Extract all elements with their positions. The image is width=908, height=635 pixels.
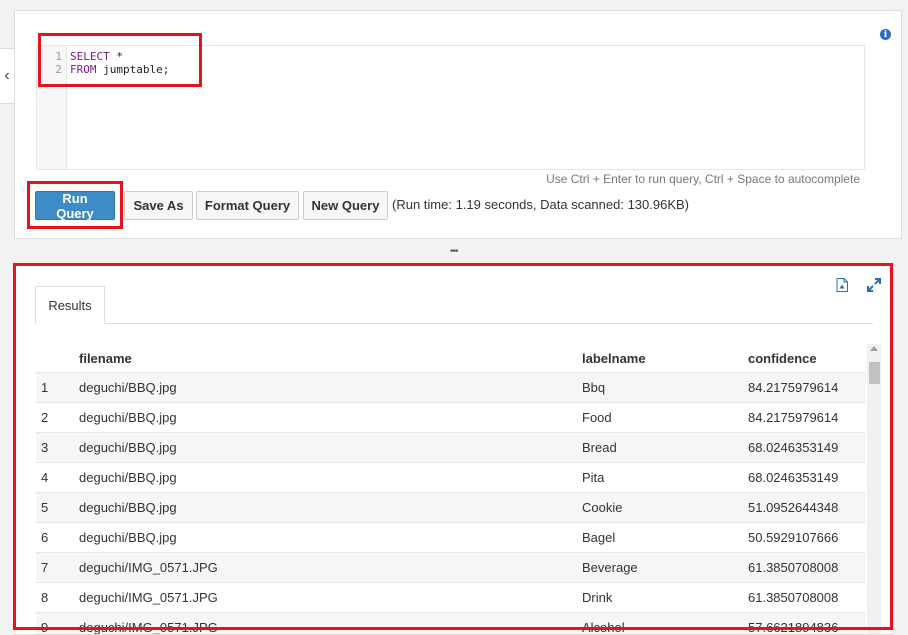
scroll-up-icon[interactable] (870, 346, 878, 351)
scroll-thumb[interactable] (869, 362, 880, 384)
pdf-icon[interactable] (835, 278, 849, 292)
cell-confidence: 68.0246353149 (748, 470, 839, 485)
tab-divider (35, 323, 873, 324)
run-query-button[interactable]: Run Query (35, 191, 115, 221)
table-header: filename labelname confidence (36, 344, 866, 372)
query-editor-panel: i 1 2 SELECT * FROM jumptable; Use Ctrl … (14, 10, 902, 239)
table-row[interactable]: 4 deguchi/BBQ.jpg Pita 68.0246353149 (36, 462, 866, 492)
row-index: 6 (41, 530, 49, 545)
cell-labelname: Food (582, 410, 612, 425)
cell-filename: deguchi/BBQ.jpg (79, 380, 177, 395)
row-index: 1 (41, 380, 49, 395)
table-row[interactable]: 2 deguchi/BBQ.jpg Food 84.2175979614 (36, 402, 866, 432)
results-panel: Results filename labelname confidence 1 d… (14, 263, 894, 635)
cell-confidence: 51.0952644348 (748, 500, 839, 515)
sql-keyword: FROM (70, 63, 97, 76)
chevron-left-icon: ‹ (4, 67, 10, 84)
results-table: filename labelname confidence 1 deguchi/B… (36, 344, 866, 635)
cell-confidence: 61.3850708008 (748, 560, 839, 575)
cell-filename: deguchi/BBQ.jpg (79, 500, 177, 515)
table-row[interactable]: 5 deguchi/BBQ.jpg Cookie 51.0952644348 (36, 492, 866, 522)
cell-confidence: 84.2175979614 (748, 380, 839, 395)
table-row[interactable]: 8 deguchi/IMG_0571.JPG Drink 61.3850708008 (36, 582, 866, 612)
cell-filename: deguchi/IMG_0571.JPG (79, 590, 218, 605)
line-number: 2 (55, 63, 62, 76)
cell-labelname: Alcohol (582, 620, 625, 635)
cell-filename: deguchi/IMG_0571.JPG (79, 560, 218, 575)
column-header-filename[interactable]: filename (79, 344, 132, 373)
cell-confidence: 84.2175979614 (748, 410, 839, 425)
cell-labelname: Bagel (582, 530, 616, 545)
cell-confidence: 61.3850708008 (748, 590, 839, 605)
sql-text: jumptable; (96, 63, 170, 76)
cell-filename: deguchi/IMG_0571.JPG (79, 620, 218, 635)
info-icon[interactable]: i (880, 29, 891, 40)
expand-icon[interactable] (867, 278, 881, 292)
format-query-button[interactable]: Format Query (196, 191, 299, 220)
cell-labelname: Pita (582, 470, 605, 485)
cell-confidence: 57.6621894836 (748, 620, 839, 635)
row-index: 2 (41, 410, 49, 425)
save-as-button[interactable]: Save As (124, 191, 193, 220)
sql-keyword: SELECT (70, 50, 110, 63)
cell-filename: deguchi/BBQ.jpg (79, 440, 177, 455)
row-index: 7 (41, 560, 49, 575)
run-info: (Run time: 1.19 seconds, Data scanned: 1… (392, 197, 690, 212)
line-number: 1 (55, 50, 62, 63)
table-row[interactable]: 3 deguchi/BBQ.jpg Bread 68.0246353149 (36, 432, 866, 462)
cell-filename: deguchi/BBQ.jpg (79, 410, 177, 425)
line-number-gutter: 1 2 (37, 46, 67, 169)
row-index: 4 (41, 470, 49, 485)
table-row[interactable]: 7 deguchi/IMG_0571.JPG Beverage 61.38507080… (36, 552, 866, 582)
table-row[interactable]: 9 deguchi/IMG_0571.JPG Alcohol 57.662189483… (36, 612, 866, 635)
table-row[interactable]: 6 deguchi/BBQ.jpg Bagel 50.5929107666 (36, 522, 866, 552)
sql-editor[interactable]: 1 2 SELECT * FROM jumptable; (36, 45, 865, 170)
row-index: 3 (41, 440, 49, 455)
column-header-labelname[interactable]: labelname (582, 344, 646, 373)
row-index: 5 (41, 500, 49, 515)
cell-labelname: Drink (582, 590, 613, 605)
sql-text: * (109, 50, 123, 63)
cell-labelname: Bread (582, 440, 617, 455)
cell-labelname: Bbq (582, 380, 606, 395)
cell-filename: deguchi/BBQ.jpg (79, 470, 177, 485)
row-index: 9 (41, 620, 49, 635)
resize-handle[interactable]: ••• (450, 246, 458, 257)
cell-filename: deguchi/BBQ.jpg (79, 530, 177, 545)
table-row[interactable]: 1 deguchi/BBQ.jpg Bbq 84.2175979614 (36, 372, 866, 402)
row-index: 8 (41, 590, 49, 605)
cell-confidence: 68.0246353149 (748, 440, 839, 455)
cell-confidence: 50.5929107666 (748, 530, 839, 545)
code-line: FROM jumptable; (70, 63, 169, 76)
results-scrollbar[interactable] (867, 344, 881, 634)
code-line: SELECT * (70, 50, 123, 63)
new-query-button[interactable]: New Query (303, 191, 388, 220)
cell-labelname: Beverage (582, 560, 638, 575)
editor-hint: Use Ctrl + Enter to run query, Ctrl + Sp… (546, 172, 860, 186)
tab-results[interactable]: Results (35, 286, 105, 324)
cell-labelname: Cookie (582, 500, 623, 515)
column-header-confidence[interactable]: confidence (748, 344, 817, 373)
collapse-sidebar-button[interactable]: ‹ (0, 48, 15, 104)
